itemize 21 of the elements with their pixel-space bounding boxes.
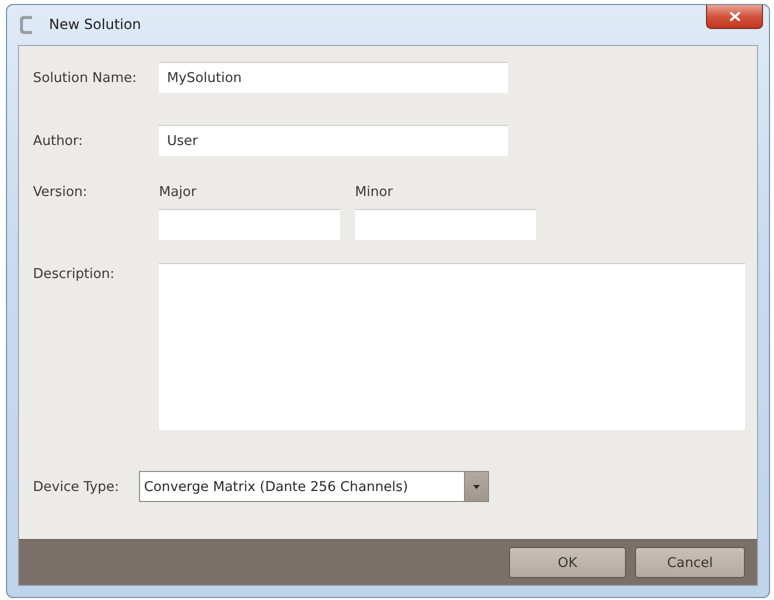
major-version-field[interactable] — [159, 209, 340, 240]
text-field[interactable]: MySolution — [159, 62, 508, 93]
cancel-button[interactable]: Cancel — [635, 547, 745, 578]
app-icon — [19, 14, 33, 36]
field-label: Major — [159, 184, 198, 200]
window-title: New Solution — [49, 17, 142, 33]
device-type-dropdown[interactable]: Converge Matrix (Dante 256 Channels) — [139, 471, 489, 502]
caret-icon — [473, 484, 480, 488]
field-label: Solution Name: — [33, 70, 138, 86]
field-label: Version: — [33, 184, 88, 200]
ok-button[interactable]: OK — [509, 547, 626, 578]
field-label: Description: — [33, 266, 116, 282]
field-label: Author: — [33, 132, 84, 148]
minor-version-field[interactable] — [355, 209, 536, 240]
text-field[interactable]: User — [159, 125, 508, 156]
close-button[interactable] — [706, 5, 763, 29]
close-icon — [730, 12, 740, 21]
description-field[interactable] — [159, 263, 745, 430]
dropdown-button[interactable] — [464, 472, 488, 501]
field-label: Device Type: — [33, 478, 120, 494]
field-label: Minor — [355, 184, 394, 200]
